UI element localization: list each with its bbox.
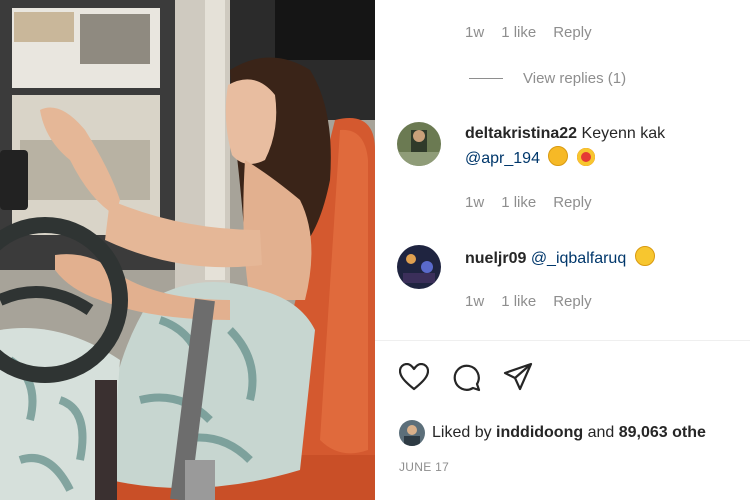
- liked-by-user[interactable]: inddidoong: [496, 424, 583, 442]
- section-divider: [375, 340, 750, 341]
- comment-time: 1w: [465, 293, 485, 310]
- post-actions: [397, 360, 553, 394]
- share-button[interactable]: [501, 360, 535, 394]
- comment-username[interactable]: nueljr09: [465, 250, 526, 267]
- liker-avatar[interactable]: [399, 420, 425, 446]
- view-replies-label: View replies (1): [523, 70, 627, 87]
- photo-illustration: [0, 0, 375, 500]
- comment-icon: [453, 364, 481, 392]
- comment-text: Keyenn kak: [581, 125, 666, 142]
- comment-meta-row: 1w 1 like Reply: [465, 293, 609, 310]
- comment-button[interactable]: [449, 360, 483, 394]
- comment-meta-row: 1w 1 like Reply: [465, 194, 609, 211]
- avatar[interactable]: [397, 245, 441, 289]
- comment-mention[interactable]: @_iqbalfaruq: [531, 250, 626, 267]
- comment-likes-button[interactable]: 1 like: [501, 24, 536, 41]
- comment-body: nueljr09 @_iqbalfaruq: [465, 246, 745, 271]
- tears-of-joy-icon: [634, 246, 655, 266]
- comment-meta-row: 1w 1 like Reply: [465, 24, 609, 41]
- comment-likes-button[interactable]: 1 like: [501, 293, 536, 310]
- comments-panel: 1w 1 like Reply View replies (1) deltakr…: [375, 0, 750, 500]
- like-button[interactable]: [397, 360, 431, 394]
- reply-button[interactable]: Reply: [553, 194, 591, 211]
- comment-likes-button[interactable]: 1 like: [501, 194, 536, 211]
- comment-time: 1w: [465, 194, 485, 211]
- post-photo[interactable]: [0, 0, 375, 500]
- comment-mention[interactable]: @apr_194: [465, 150, 540, 167]
- view-replies-button[interactable]: View replies (1): [469, 70, 626, 87]
- avatar-image: [397, 122, 441, 166]
- liked-by-count[interactable]: 89,063 othe: [619, 424, 706, 442]
- liker-avatar-image: [399, 420, 425, 446]
- liked-by-row: Liked by inddidoong and 89,063 othe: [399, 420, 706, 446]
- share-icon: [503, 362, 533, 391]
- comment-username[interactable]: deltakristina22: [465, 125, 577, 142]
- liked-by-connector: and: [587, 424, 615, 441]
- star-struck-icon: [576, 148, 595, 166]
- avatar-image: [397, 245, 441, 289]
- avatar[interactable]: [397, 122, 441, 166]
- comment-time: 1w: [465, 24, 485, 41]
- view-replies-line: [469, 78, 503, 79]
- liked-by-prefix: Liked by: [432, 424, 492, 441]
- post-date[interactable]: JUNE 17: [399, 460, 449, 474]
- reply-button[interactable]: Reply: [553, 24, 591, 41]
- comment-body: deltakristina22 Keyenn kak @apr_194: [465, 121, 745, 171]
- reply-button[interactable]: Reply: [553, 293, 591, 310]
- heart-icon: [399, 363, 429, 391]
- clapping-hands-icon: [548, 146, 569, 166]
